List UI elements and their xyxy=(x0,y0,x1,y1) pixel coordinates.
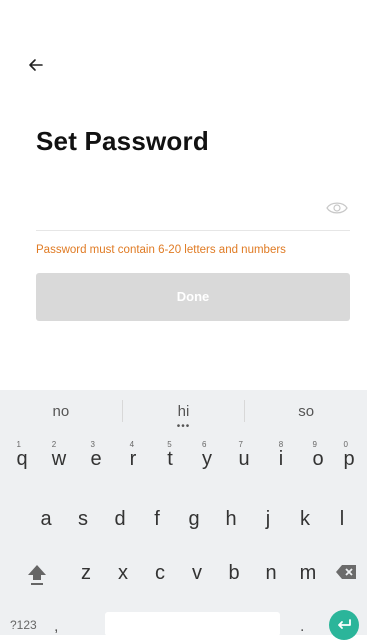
arrow-left-icon xyxy=(29,59,43,71)
key-o[interactable]: 9o xyxy=(302,440,334,471)
password-input[interactable] xyxy=(36,196,320,222)
key-h[interactable]: h xyxy=(215,508,247,531)
key-d[interactable]: d xyxy=(104,508,136,531)
page-title: Set Password xyxy=(36,126,209,156)
key-e[interactable]: 3e xyxy=(80,440,112,471)
key-q[interactable]: 1q xyxy=(6,440,38,471)
key-s[interactable]: s xyxy=(67,508,99,531)
key-i[interactable]: 8i xyxy=(265,440,297,471)
key-r[interactable]: 4r xyxy=(117,440,149,471)
soft-keyboard: no hi ••• so 1q 2w 3e 4r 5t 6y 7u 8i 9o … xyxy=(0,390,367,640)
symbols-key[interactable]: ?123 xyxy=(10,618,37,632)
shift-key[interactable] xyxy=(20,562,54,592)
key-c[interactable]: c xyxy=(144,562,176,585)
key-l[interactable]: l xyxy=(326,508,358,531)
key-f[interactable]: f xyxy=(141,508,173,531)
space-key[interactable] xyxy=(105,612,280,636)
key-y[interactable]: 6y xyxy=(191,440,223,471)
key-n[interactable]: n xyxy=(255,562,287,585)
backspace-icon xyxy=(336,565,356,579)
key-a[interactable]: a xyxy=(30,508,62,531)
suggestion-label: hi xyxy=(177,402,190,420)
enter-key[interactable] xyxy=(329,610,359,640)
enter-icon xyxy=(338,619,351,629)
done-button[interactable]: Done xyxy=(36,273,350,321)
period-key[interactable]: . xyxy=(300,618,304,636)
toggle-password-visibility[interactable] xyxy=(326,200,348,216)
key-x[interactable]: x xyxy=(107,562,139,585)
backspace-key[interactable] xyxy=(331,562,363,588)
key-z[interactable]: z xyxy=(70,562,102,585)
key-b[interactable]: b xyxy=(218,562,250,585)
password-hint: Password must contain 6-20 letters and n… xyxy=(36,244,286,256)
key-w[interactable]: 2w xyxy=(43,440,75,471)
key-m[interactable]: m xyxy=(292,562,324,585)
key-t[interactable]: 5t xyxy=(154,440,186,471)
key-p[interactable]: 0p xyxy=(334,440,364,471)
more-suggestions-icon: ••• xyxy=(176,420,191,432)
key-k[interactable]: k xyxy=(289,508,321,531)
suggestion-so[interactable]: so xyxy=(245,403,367,420)
comma-key[interactable]: , xyxy=(54,618,58,636)
key-v[interactable]: v xyxy=(181,562,213,585)
key-u[interactable]: 7u xyxy=(228,440,260,471)
eye-icon xyxy=(326,202,348,214)
shift-icon xyxy=(28,565,46,585)
key-j[interactable]: j xyxy=(252,508,284,531)
suggestion-no[interactable]: no xyxy=(0,403,122,420)
password-field[interactable] xyxy=(36,186,350,231)
suggestion-hi[interactable]: hi ••• xyxy=(123,402,245,432)
suggestion-bar: no hi ••• so xyxy=(0,390,367,432)
key-g[interactable]: g xyxy=(178,508,210,531)
back-button[interactable] xyxy=(24,52,50,78)
